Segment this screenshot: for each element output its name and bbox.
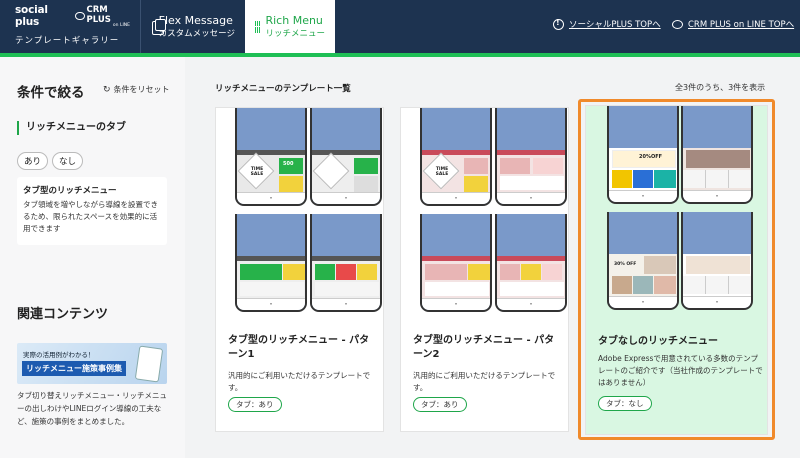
tab-rich-menu-title: Rich Menu [265, 13, 323, 27]
socialplus-top-label: ソーシャルPLUS TOPへ [569, 20, 661, 30]
tab-flex-message[interactable]: Flex Message カスタムメッセージ [140, 0, 245, 53]
message-icon [151, 18, 164, 35]
filter-sidebar: 条件で絞る ↻ 条件をリセット リッチメニューのタブ あり なし タブ型のリッチ… [0, 57, 185, 458]
filter-title: 条件で絞る [17, 85, 85, 101]
phone-preview: ▾ [420, 214, 492, 312]
info-circle-icon [553, 18, 564, 30]
case-study-banner[interactable]: 実際の活用例がわかる！ リッチメニュー施策事例集 [17, 343, 167, 384]
reset-filter-label: 条件をリセット [113, 85, 170, 94]
phone-preview: ▾ [235, 214, 307, 312]
banner-line2: リッチメニュー施策事例集 [22, 361, 126, 376]
result-count: 全3件のうち、3件を表示 [675, 83, 766, 92]
chip-with-tab[interactable]: あり [17, 152, 49, 170]
card-description: 汎用的にご利用いただけるテンプレートです。 [228, 371, 371, 392]
card-tag: タブ：あり [413, 397, 467, 412]
card-title: タブ型のリッチメニュー - パターン1 [228, 335, 370, 360]
crmplus-logo: CRM PLUS on LINE [75, 5, 130, 28]
socialplus-logo: social plus [15, 4, 48, 28]
card-title: タブ型のリッチメニュー - パターン2 [413, 335, 555, 360]
phone-preview: ▾ [495, 108, 567, 206]
grid-icon [255, 20, 260, 33]
crmplus-top-link[interactable]: CRM PLUS on LINE TOPへ [672, 18, 794, 30]
description-text: タブ領域を増やしながら導線を設置できるため、限られたスペースを効果的に活用できま… [23, 200, 158, 233]
card-preview-images: TIME SALE 500 ▾ ▾ ▾ ▾ [216, 108, 385, 316]
related-content-title: 関連コンテンツ [17, 307, 109, 322]
tab-filter-chips: あり なし [17, 152, 84, 170]
card-preview-images: TIME SALE ▾ ▾ ▾ ▾ [401, 108, 570, 316]
page-title: リッチメニューのテンプレート一覧 [215, 84, 351, 94]
chat-bubble-icon [672, 19, 683, 29]
socialplus-top-link[interactable]: ソーシャルPLUS TOPへ [553, 18, 661, 30]
phone-preview: TIME SALE ▾ [420, 108, 492, 206]
crmplus-top-label: CRM PLUS on LINE TOPへ [688, 20, 795, 30]
tab-flex-message-subtitle: カスタムメッセージ [158, 28, 235, 39]
brand-logo[interactable]: social plus CRM PLUS on LINE テンプレートギャラリー [15, 4, 130, 46]
gallery-subtitle: テンプレートギャラリー [15, 36, 120, 46]
phone-preview: TIME SALE 500 ▾ [235, 108, 307, 206]
selected-card-highlight [578, 99, 775, 440]
refresh-icon: ↻ [103, 84, 111, 95]
crmplus-ring-icon [75, 12, 85, 20]
chip-without-tab[interactable]: なし [52, 152, 84, 170]
card-description: 汎用的にご利用いただけるテンプレートです。 [413, 371, 556, 392]
reset-filter-button[interactable]: ↻ 条件をリセット [103, 84, 170, 95]
template-card[interactable]: TIME SALE 500 ▾ ▾ ▾ ▾ タブ型のリッチメニュー - パターン… [215, 107, 384, 432]
phone-preview: ▾ [310, 108, 382, 206]
tab-rich-menu[interactable]: Rich Menu リッチメニュー [245, 0, 335, 53]
phone-preview: ▾ [495, 214, 567, 312]
card-tag: タブ：あり [228, 397, 282, 412]
description-title: タブ型のリッチメニュー [23, 186, 117, 196]
tab-rich-menu-subtitle: リッチメニュー [265, 28, 325, 39]
related-content-text: タブ切り替えリッチメニュー・リッチメニューの出しわけやLINEログイン導線の工夫… [17, 391, 167, 426]
banner-line1: 実際の活用例がわかる！ [23, 351, 95, 359]
banner-phone-image [134, 345, 164, 383]
template-card[interactable]: TIME SALE ▾ ▾ ▾ ▾ タブ型のリッチメニュー - パターン2 汎用… [400, 107, 569, 432]
tab-filter-heading: リッチメニューのタブ [17, 121, 126, 135]
phone-preview: ▾ [310, 214, 382, 312]
tab-flex-message-title: Flex Message [158, 13, 233, 27]
crmplus-text: CRM PLUS [86, 4, 111, 25]
top-header: social plus CRM PLUS on LINE テンプレートギャラリー … [0, 0, 800, 53]
tab-type-description: タブ型のリッチメニュー タブ領域を増やしながら導線を設置できるため、限られたスペ… [17, 177, 167, 245]
